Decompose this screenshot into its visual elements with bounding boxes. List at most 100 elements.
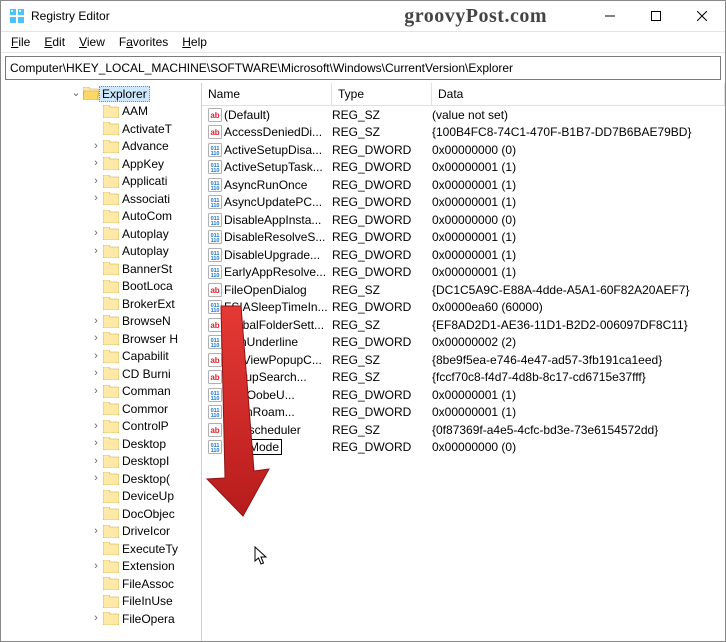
- expand-icon[interactable]: ›: [89, 333, 103, 344]
- tree-node[interactable]: › Comman: [11, 383, 202, 401]
- minimize-button[interactable]: [587, 1, 633, 31]
- value-row[interactable]: ab PopupSearch... REG_SZ {fccf70c8-f4d7-…: [202, 369, 725, 387]
- value-row[interactable]: 011110 DisableUpgrade... REG_DWORD 0x000…: [202, 246, 725, 264]
- tree-node[interactable]: › AppKey: [11, 155, 202, 173]
- value-row[interactable]: 011110 hitOnRoam... REG_DWORD 0x00000001…: [202, 404, 725, 422]
- tree-node[interactable]: ActivateT: [11, 120, 202, 138]
- tree-node[interactable]: › Browser H: [11, 330, 202, 348]
- tree-node[interactable]: › Capabilit: [11, 348, 202, 366]
- rename-input[interactable]: HubMode: [224, 439, 282, 455]
- tree-node[interactable]: › CD Burni: [11, 365, 202, 383]
- value-row[interactable]: ab GlobalFolderSett... REG_SZ {EF8AD2D1-…: [202, 316, 725, 334]
- value-row[interactable]: ab (Default) REG_SZ (value not set): [202, 106, 725, 124]
- tree-node[interactable]: › ControlP: [11, 418, 202, 436]
- expand-icon[interactable]: ›: [89, 316, 103, 327]
- tree-node[interactable]: › Associati: [11, 190, 202, 208]
- col-data[interactable]: Data: [432, 83, 725, 105]
- expand-icon[interactable]: ›: [89, 141, 103, 152]
- tree-node[interactable]: › Applicati: [11, 173, 202, 191]
- tree-node[interactable]: DocObjec: [11, 505, 202, 523]
- col-type[interactable]: Type: [332, 83, 432, 105]
- expand-icon[interactable]: ›: [89, 526, 103, 537]
- tree-node[interactable]: › DriveIcor: [11, 523, 202, 541]
- tree-label: DeviceUp: [122, 489, 174, 503]
- tree-node[interactable]: › Desktop(: [11, 470, 202, 488]
- tree-label: BrokerExt: [122, 297, 175, 311]
- tree-label: AppKey: [122, 157, 164, 171]
- menu-edit[interactable]: Edit: [38, 33, 71, 51]
- expand-icon[interactable]: ›: [89, 246, 103, 257]
- expand-icon[interactable]: ›: [89, 351, 103, 362]
- tree-node[interactable]: BannerSt: [11, 260, 202, 278]
- tree-node[interactable]: BrokerExt: [11, 295, 202, 313]
- expand-icon[interactable]: ›: [89, 176, 103, 187]
- value-row[interactable]: 011110 ActiveSetupTask... REG_DWORD 0x00…: [202, 159, 725, 177]
- menu-view[interactable]: View: [73, 33, 111, 51]
- expand-icon[interactable]: ›: [89, 386, 103, 397]
- tree-node[interactable]: DeviceUp: [11, 488, 202, 506]
- value-row[interactable]: 011110 FSIASleepTimeIn... REG_DWORD 0x00…: [202, 299, 725, 317]
- tree-node[interactable]: › Extension: [11, 558, 202, 576]
- value-type: REG_DWORD: [332, 230, 432, 244]
- expand-icon[interactable]: ›: [89, 193, 103, 204]
- tree-node[interactable]: › Advance: [11, 138, 202, 156]
- tree-node[interactable]: › DesktopI: [11, 453, 202, 471]
- tree-node[interactable]: › Autoplay: [11, 243, 202, 261]
- value-row[interactable]: ab Taskscheduler REG_SZ {0f87369f-a4e5-4…: [202, 421, 725, 439]
- tree-panel[interactable]: ⌄ Explorer AAM ActivateT › Advance › App…: [1, 83, 202, 641]
- expand-icon[interactable]: ›: [89, 561, 103, 572]
- tree-node[interactable]: FileAssoc: [11, 575, 202, 593]
- tree-node[interactable]: › BrowseN: [11, 313, 202, 331]
- value-row[interactable]: 011110 ActiveSetupDisa... REG_DWORD 0x00…: [202, 141, 725, 159]
- collapse-icon[interactable]: ⌄: [69, 88, 83, 99]
- tree-node[interactable]: › Autoplay: [11, 225, 202, 243]
- value-type: REG_DWORD: [332, 213, 432, 227]
- tree-node-explorer[interactable]: ⌄ Explorer: [11, 85, 202, 103]
- value-row[interactable]: ab AccessDeniedDi... REG_SZ {100B4FC8-74…: [202, 124, 725, 142]
- tree-node[interactable]: AutoCom: [11, 208, 202, 226]
- expand-icon[interactable]: ›: [89, 368, 103, 379]
- tree-node[interactable]: BootLoca: [11, 278, 202, 296]
- maximize-button[interactable]: [633, 1, 679, 31]
- expand-icon[interactable]: ›: [89, 421, 103, 432]
- tree-node[interactable]: › Desktop: [11, 435, 202, 453]
- value-row[interactable]: 011110 EarlyAppResolve... REG_DWORD 0x00…: [202, 264, 725, 282]
- value-type: REG_DWORD: [332, 440, 432, 454]
- svg-text:ab: ab: [210, 111, 219, 120]
- expand-icon[interactable]: ›: [89, 158, 103, 169]
- close-button[interactable]: [679, 1, 725, 31]
- expand-icon[interactable]: ›: [89, 473, 103, 484]
- value-row[interactable]: 011110 DisableAppInsta... REG_DWORD 0x00…: [202, 211, 725, 229]
- tree-node[interactable]: FileInUse: [11, 593, 202, 611]
- value-row[interactable]: 011110 DisableResolveS... REG_DWORD 0x00…: [202, 229, 725, 247]
- value-data: {8be9f5ea-e746-4e47-ad57-3fb191ca1eed}: [432, 353, 725, 367]
- tree-node[interactable]: AAM: [11, 103, 202, 121]
- value-row[interactable]: ab ListViewPopupC... REG_SZ {8be9f5ea-e7…: [202, 351, 725, 369]
- expand-icon[interactable]: ›: [89, 438, 103, 449]
- dword-icon: 011110: [206, 213, 224, 227]
- address-bar[interactable]: Computer\HKEY_LOCAL_MACHINE\SOFTWARE\Mic…: [5, 56, 721, 80]
- tree-node[interactable]: › FileOpera: [11, 610, 202, 628]
- menu-help[interactable]: Help: [176, 33, 213, 51]
- value-name: IconUnderline: [224, 335, 298, 349]
- dword-icon: 011110: [206, 440, 224, 454]
- expand-icon[interactable]: ›: [89, 613, 103, 624]
- value-row[interactable]: ab FileOpenDialog REG_SZ {DC1C5A9C-E88A-…: [202, 281, 725, 299]
- expand-icon[interactable]: ›: [89, 228, 103, 239]
- value-name: AsyncRunOnce: [224, 178, 307, 192]
- value-type: REG_SZ: [332, 108, 432, 122]
- column-headers: Name Type Data: [202, 83, 725, 106]
- tree-node[interactable]: ExecuteTy: [11, 540, 202, 558]
- col-name[interactable]: Name: [202, 83, 332, 105]
- menu-bar: File Edit View Favorites Help: [1, 32, 725, 53]
- menu-favorites[interactable]: Favorites: [113, 33, 174, 51]
- menu-file[interactable]: File: [5, 33, 36, 51]
- value-row[interactable]: 011110 hineOobeU... REG_DWORD 0x00000001…: [202, 386, 725, 404]
- tree-node[interactable]: Commor: [11, 400, 202, 418]
- value-row[interactable]: 011110 IconUnderline REG_DWORD 0x0000000…: [202, 334, 725, 352]
- expand-icon[interactable]: ›: [89, 456, 103, 467]
- value-row[interactable]: 011110 HubMode REG_DWORD 0x00000000 (0): [202, 439, 725, 457]
- value-row[interactable]: 011110 AsyncRunOnce REG_DWORD 0x00000001…: [202, 176, 725, 194]
- value-data: 0x00000001 (1): [432, 230, 725, 244]
- value-row[interactable]: 011110 AsyncUpdatePC... REG_DWORD 0x0000…: [202, 194, 725, 212]
